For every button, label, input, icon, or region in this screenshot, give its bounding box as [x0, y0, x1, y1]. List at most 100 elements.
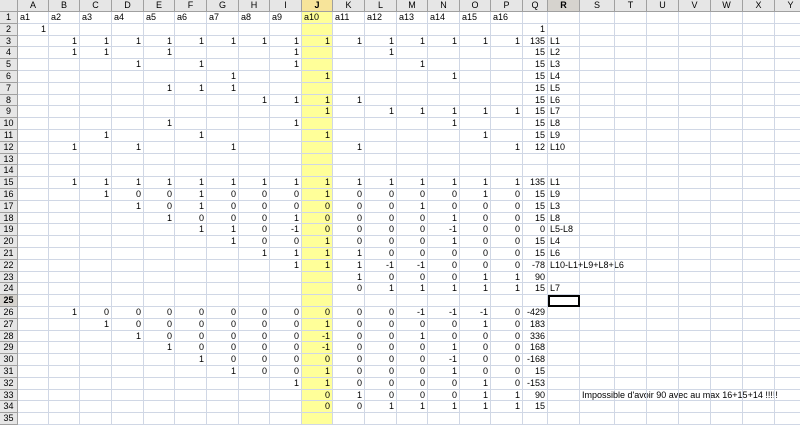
column-header-v[interactable]: V [679, 0, 711, 12]
cell-a33[interactable] [18, 389, 49, 402]
cell-v10[interactable] [679, 118, 711, 130]
cell-o4[interactable] [460, 47, 491, 60]
cell-c33[interactable] [80, 389, 112, 402]
cell-j21[interactable]: 1 [302, 248, 333, 260]
cell-k32[interactable]: 0 [333, 377, 365, 390]
cell-s12[interactable] [580, 141, 615, 154]
cell-f24[interactable] [175, 283, 207, 296]
cell-e21[interactable] [144, 248, 175, 260]
cell-i20[interactable]: 0 [270, 236, 302, 248]
cell-d31[interactable] [112, 366, 144, 378]
cell-s11[interactable] [580, 130, 615, 142]
cell-s24[interactable] [580, 283, 615, 296]
cell-d34[interactable] [112, 401, 144, 414]
cell-b19[interactable] [49, 224, 80, 237]
cell-m35[interactable] [397, 413, 428, 425]
cell-d19[interactable] [112, 224, 144, 237]
cell-e33[interactable] [144, 389, 175, 402]
cell-t27[interactable] [615, 318, 647, 331]
cell-s8[interactable] [580, 94, 615, 107]
cell-h6[interactable] [239, 71, 270, 83]
cell-r26[interactable] [548, 307, 580, 319]
cell-r33[interactable] [548, 389, 580, 402]
cell-n9[interactable]: 1 [428, 106, 460, 119]
cell-c31[interactable] [80, 366, 112, 378]
cell-p26[interactable]: 0 [491, 307, 523, 319]
cell-l35[interactable] [365, 413, 397, 425]
cell-i29[interactable]: 0 [270, 342, 302, 355]
cell-v27[interactable] [679, 318, 711, 331]
cell-u32[interactable] [647, 377, 679, 390]
cell-i23[interactable] [270, 271, 302, 284]
cell-m16[interactable]: 0 [397, 189, 428, 201]
cell-j34[interactable]: 0 [302, 401, 333, 414]
cell-u25[interactable] [647, 295, 679, 307]
cell-v17[interactable] [679, 200, 711, 213]
cell-m29[interactable]: 0 [397, 342, 428, 355]
cell-r24[interactable]: L7 [548, 283, 580, 296]
cell-m23[interactable]: 0 [397, 271, 428, 284]
cell-m13[interactable] [397, 153, 428, 166]
cell-p30[interactable]: 0 [491, 354, 523, 366]
cell-q12[interactable]: 12 [523, 141, 548, 154]
cell-e26[interactable]: 0 [144, 307, 175, 319]
cell-r5[interactable]: L3 [548, 59, 580, 71]
cell-b21[interactable] [49, 248, 80, 260]
cell-t25[interactable] [615, 295, 647, 307]
cell-r17[interactable]: L3 [548, 200, 580, 213]
cell-r7[interactable]: L5 [548, 82, 580, 95]
cell-t17[interactable] [615, 200, 647, 213]
cell-n12[interactable] [428, 141, 460, 154]
cell-x25[interactable] [743, 295, 775, 307]
cell-e1[interactable]: a5 [144, 12, 175, 24]
cell-y25[interactable] [775, 295, 800, 307]
row-header-3[interactable]: 3 [0, 35, 18, 48]
cell-b28[interactable] [49, 330, 80, 343]
cell-r28[interactable] [548, 330, 580, 343]
cell-e15[interactable]: 1 [144, 177, 175, 189]
cell-k13[interactable] [333, 153, 365, 166]
cell-s13[interactable] [580, 153, 615, 166]
cell-i4[interactable]: 1 [270, 47, 302, 60]
cell-y35[interactable] [775, 413, 800, 425]
cell-a32[interactable] [18, 377, 49, 390]
cell-p3[interactable]: 1 [491, 35, 523, 48]
cell-f15[interactable]: 1 [175, 177, 207, 189]
cell-u33[interactable] [647, 389, 679, 402]
cell-a13[interactable] [18, 153, 49, 166]
cell-c29[interactable] [80, 342, 112, 355]
cell-r19[interactable]: L5-L8 [548, 224, 580, 237]
cell-r32[interactable] [548, 377, 580, 390]
cell-o5[interactable] [460, 59, 491, 71]
cell-d27[interactable]: 0 [112, 318, 144, 331]
cell-e16[interactable]: 0 [144, 189, 175, 201]
cell-v6[interactable] [679, 71, 711, 83]
cell-a2[interactable]: 1 [18, 23, 49, 36]
cell-f8[interactable] [175, 94, 207, 107]
cell-d4[interactable] [112, 47, 144, 60]
cell-j29[interactable]: -1 [302, 342, 333, 355]
cell-i7[interactable] [270, 82, 302, 95]
cell-x29[interactable] [743, 342, 775, 355]
cell-x18[interactable] [743, 212, 775, 225]
cell-p14[interactable] [491, 165, 523, 178]
cell-g4[interactable] [207, 47, 239, 60]
cell-n28[interactable]: 0 [428, 330, 460, 343]
cell-t19[interactable] [615, 224, 647, 237]
cell-l3[interactable]: 1 [365, 35, 397, 48]
cell-j13[interactable] [302, 153, 333, 166]
cell-q20[interactable]: 15 [523, 236, 548, 248]
cell-g17[interactable]: 0 [207, 200, 239, 213]
cell-b7[interactable] [49, 82, 80, 95]
cell-e22[interactable] [144, 259, 175, 272]
cell-i11[interactable] [270, 130, 302, 142]
cell-k12[interactable]: 1 [333, 141, 365, 154]
cell-w12[interactable] [711, 141, 743, 154]
cell-l4[interactable]: 1 [365, 47, 397, 60]
cell-s32[interactable] [580, 377, 615, 390]
cell-q6[interactable]: 15 [523, 71, 548, 83]
cell-b35[interactable] [49, 413, 80, 425]
cell-h35[interactable] [239, 413, 270, 425]
cell-y5[interactable] [775, 59, 800, 71]
cell-g13[interactable] [207, 153, 239, 166]
